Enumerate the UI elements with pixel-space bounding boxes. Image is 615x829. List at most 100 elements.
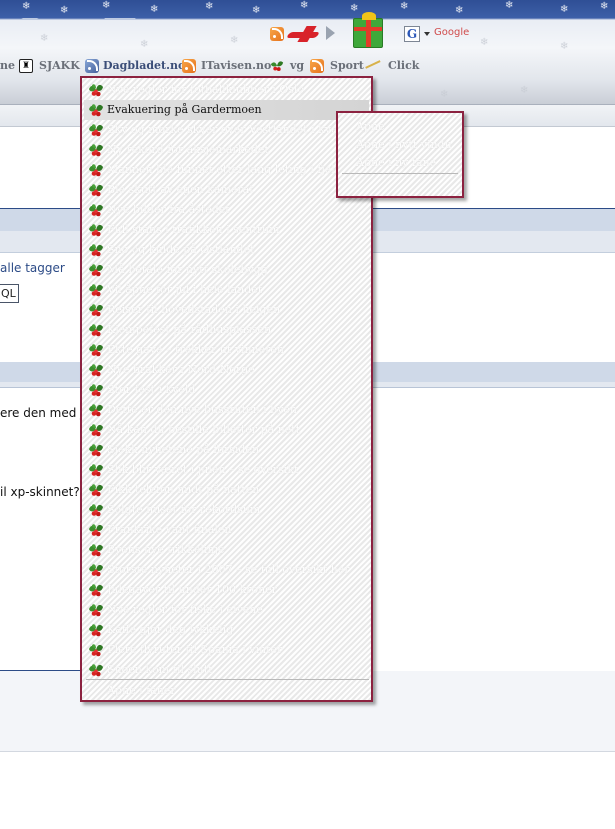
post-text: ere den med j: [0, 406, 84, 420]
menu-item-label: Sjekk nyhetene på forsiden: [107, 443, 260, 456]
menu-item-label: Frankrike vant finalen: [107, 523, 232, 536]
menu-item-label: Julegaver til under 100 kroner: [107, 583, 277, 596]
menu-item-label: Slik blir været i julen – se oversikt: [107, 463, 299, 476]
menu-item-label: Mannen ble funnet etter lang leting i fj…: [107, 163, 365, 176]
menu-item-label: Snø og kulde på Østlandet: [107, 243, 255, 256]
menu-item[interactable]: Største nyheter i 2007 – se full oversik…: [84, 560, 369, 580]
menu-item[interactable]: Snøen kom til slutt: [84, 660, 369, 680]
rss-feed-icon[interactable]: [270, 27, 284, 41]
bookmark-item[interactable]: Sport: [310, 57, 364, 75]
menu-item[interactable]: Snø og kulde på Østlandet: [84, 240, 369, 260]
menu-item[interactable]: Reiser til hovedstaden i helgen: [84, 300, 369, 320]
holly-icon: [89, 164, 103, 177]
snowflake-icon: ❄: [480, 37, 489, 48]
post-text: il xp-skinnet?: [0, 485, 80, 499]
bookmark-label: vg: [290, 59, 305, 72]
snowflake-icon: ❄: [350, 3, 359, 14]
rss-feed-icon: [310, 59, 324, 73]
airline-logo-icon[interactable]: [288, 26, 318, 42]
menu-item-label: Full stans i trafikken i sentrum: [107, 223, 280, 236]
menu-item[interactable]: Nye brakker i Nord-Norge: [84, 360, 369, 380]
menu-item[interactable]: Evakuering på Gardermoen: [84, 100, 369, 120]
menu-item[interactable]: Sjekk nyhetene på forsiden: [84, 440, 369, 460]
snowflake-icon: ❄: [455, 5, 464, 16]
all-tags-link[interactable]: alle tagger: [0, 261, 65, 275]
submenu-item-open-new-window[interactable]: Åpne i nytt vindu: [356, 138, 452, 151]
menu-item-label: Ble skutt av egen kamerat: [107, 183, 254, 196]
snowflake-icon: ❄: [252, 5, 261, 16]
menu-item[interactable]: Ny rekord for aksjemarkedet: [84, 140, 369, 160]
menu-item[interactable]: Må betale for nytt skolebygg: [84, 260, 369, 280]
menu-item[interactable]: Vil åpne for jul i hele landet: [84, 280, 369, 300]
holly-icon: [89, 124, 103, 137]
open-all-in-tabs-item[interactable]: Åpne i faner: [107, 684, 176, 697]
holly-icon: [89, 104, 103, 117]
snowflake-icon: ❄: [230, 35, 239, 46]
holly-icon: [89, 464, 103, 477]
arrow-right-icon: [326, 26, 335, 40]
gift-icon[interactable]: [353, 12, 383, 48]
bookmark-label: Dagbladet.no: [103, 59, 186, 72]
snowflake-icon: ❄: [560, 41, 569, 52]
menu-item[interactable]: Ekte gave – trekker ut vinneren: [84, 340, 369, 360]
snowflake-icon: ❄: [300, 0, 309, 11]
menu-item-label: Solgte huset for rekordsum: [107, 503, 261, 516]
menu-item[interactable]: Kjempefest på rådhusplassen: [84, 320, 369, 340]
search-engine-icon[interactable]: G: [404, 26, 420, 42]
holly-icon: [89, 204, 103, 217]
menu-separator: [342, 173, 458, 174]
menu-item[interactable]: Solgte huset for rekordsum: [84, 500, 369, 520]
bookmark-label: Click: [388, 59, 420, 72]
menu-item[interactable]: Byens nye trikkelinje: [84, 540, 369, 560]
bookmark-item[interactable]: ne: [0, 57, 15, 75]
chevron-down-icon[interactable]: [424, 32, 430, 36]
bookmark-item[interactable]: vg: [269, 57, 305, 75]
bookmark-label: ITavisen.no: [201, 59, 272, 72]
feed-dropdown-menu: Nye regler for fotballklubber i Oslo Evak…: [80, 76, 373, 702]
holly-icon: [89, 364, 103, 377]
menu-item-label: Kjempefest på rådhusplassen: [107, 323, 272, 336]
menu-item-label: Evakuering på Gardermoen: [107, 103, 262, 116]
menu-item[interactable]: Sky og mørke skyer over Vestlandet i kve…: [84, 120, 369, 140]
ql-button[interactable]: QL: [0, 284, 19, 303]
bookmark-item[interactable]: Dagbladet.no: [85, 57, 185, 75]
search-engine-label[interactable]: Google: [434, 27, 469, 38]
snowflake-icon: ❄: [140, 39, 149, 50]
bookmark-item[interactable]: Click: [365, 57, 420, 78]
holly-icon: [89, 344, 103, 357]
holly-icon: [89, 604, 103, 617]
menu-item[interactable]: Kaffe gjør deg lykkelig: [84, 620, 369, 640]
holly-icon: [89, 664, 103, 677]
menu-item-label: Fikk telefon midt på natten: [107, 483, 260, 496]
holly-icon: [89, 584, 103, 597]
menu-item[interactable]: Nye regler for fotballklubber i Oslo: [84, 80, 369, 100]
submenu-item-open-new-tab[interactable]: Åpne i ny fane: [356, 156, 436, 169]
menu-item[interactable]: Fikk telefon midt på natten: [84, 480, 369, 500]
menu-item[interactable]: Slik blir været i julen – se oversikt: [84, 460, 369, 480]
holly-icon: [89, 624, 103, 637]
menu-item[interactable]: Dette er den nye bussruten i byen: [84, 400, 369, 420]
holly-icon: [89, 424, 103, 437]
menu-item[interactable]: Stor fest i kveld: [84, 380, 369, 400]
menu-item[interactable]: Ble skutt av egen kamerat: [84, 180, 369, 200]
menu-item[interactable]: Flere flyruter til Spania i vinter: [84, 640, 369, 660]
menu-item[interactable]: Full stans i trafikken i sentrum: [84, 220, 369, 240]
bookmark-item[interactable]: ♜ SJAKK: [19, 57, 80, 75]
bookmark-label: ne: [0, 59, 15, 72]
menu-item[interactable]: Julegaver til under 100 kroner: [84, 580, 369, 600]
menu-item-label: Snøen kom til slutt: [107, 663, 213, 676]
holly-icon: [89, 264, 103, 277]
bookmark-label: SJAKK: [39, 59, 80, 72]
menu-item-label: Nye regler for fotballklubber i Oslo: [107, 83, 305, 96]
menu-item[interactable]: Nye bilder fra åstedet: [84, 200, 369, 220]
snowflake-icon: ❄: [102, 0, 111, 11]
snowflake-icon: ❄: [60, 5, 69, 16]
menu-item[interactable]: Mannen ble funnet etter lang leting i fj…: [84, 160, 369, 180]
bookmark-item[interactable]: ITavisen.no: [182, 57, 271, 75]
snowflake-icon: ❄: [22, 1, 31, 12]
menu-item[interactable]: Nå kan du bestille billetter på nett: [84, 420, 369, 440]
menu-item[interactable]: Frankrike vant finalen: [84, 520, 369, 540]
submenu-item-open[interactable]: Åpne: [356, 120, 385, 133]
holly-icon: [89, 444, 103, 457]
menu-item[interactable]: Nye regler for fiske i elvene: [84, 600, 369, 620]
